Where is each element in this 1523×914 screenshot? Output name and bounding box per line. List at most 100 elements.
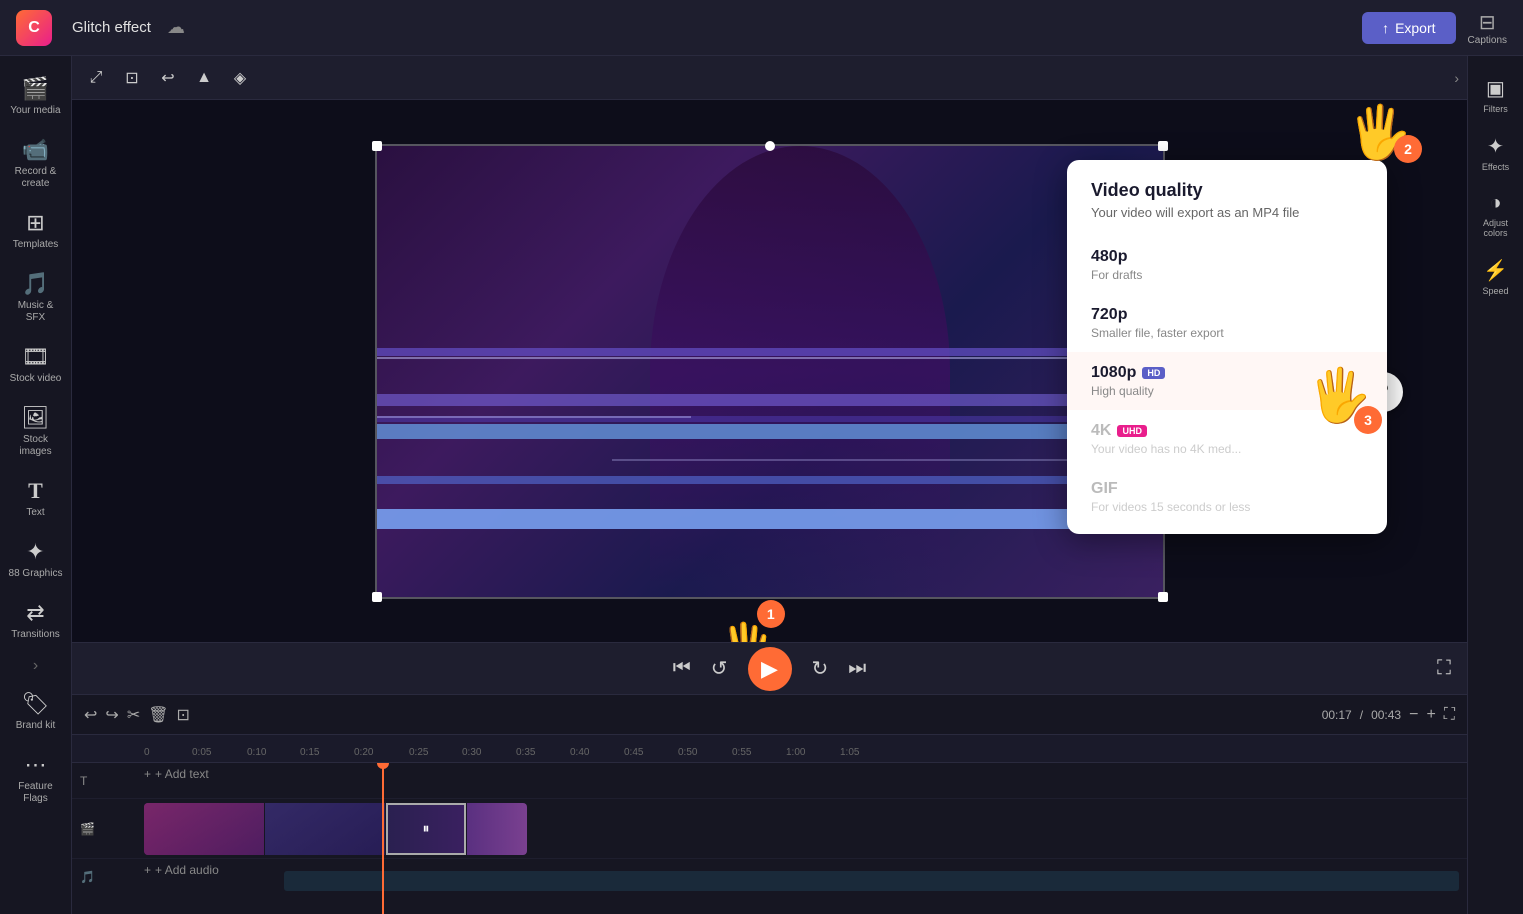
add-text-button[interactable]: + + Add text (144, 767, 1459, 781)
align-tool[interactable]: ◈ (224, 62, 256, 94)
quality-header: Video quality Your video will export as … (1067, 160, 1387, 228)
timeline: ↩ ↪ ✂ 🗑 ⊡ 00:17 / 00:43 − + ⛶ 0 0:05 0:1… (72, 694, 1467, 914)
left-sidebar: 🎬 Your media 📹 Record &create ⊞ Template… (0, 56, 72, 914)
sidebar-item-stock-video[interactable]: 🎞 Stock video (4, 336, 68, 393)
templates-icon: ⊞ (26, 210, 44, 236)
skip-back-button[interactable]: ⏮ (673, 657, 691, 680)
cloud-icon: ☁ (167, 17, 185, 38)
export-button[interactable]: ↑ Export (1362, 12, 1455, 44)
sidebar-item-transitions[interactable]: ⇄ Transitions (4, 592, 68, 649)
sidebar-item-stock-images[interactable]: 🖼 Stock images (4, 397, 68, 466)
expand-timeline-button[interactable]: ⛶ (1444, 706, 1455, 724)
captions-button[interactable]: ⊟ Captions (1468, 10, 1507, 46)
sidebar-item-templates[interactable]: ⊞ Templates (4, 202, 68, 259)
timeline-ruler: 0 0:05 0:10 0:15 0:20 0:25 0:30 0:35 0:4… (72, 735, 1467, 763)
skip-forward-button[interactable]: ⏭ (848, 657, 866, 680)
ruler-mark-105: 1:05 (840, 747, 859, 758)
h-line-1 (377, 357, 1163, 359)
ruler-mark-40: 0:40 (570, 747, 589, 758)
hand-icon-1: 🖐 (712, 620, 777, 642)
right-item-filters[interactable]: ▣ Filters (1470, 68, 1522, 122)
sidebar-item-record-create[interactable]: 📹 Record &create (4, 129, 68, 198)
uhd-badge: UHD (1117, 425, 1147, 437)
clip-segment-2[interactable] (265, 803, 385, 855)
quality-option-4k[interactable]: 4K UHD Your video has no 4K med... (1067, 410, 1387, 468)
plus-audio-icon: + (144, 863, 151, 877)
resize-tool[interactable]: ⊡ (116, 62, 148, 94)
media-icon: 🎬 (22, 76, 49, 102)
feature-flags-icon: ⋯ (25, 752, 47, 778)
video-frame (377, 146, 1163, 597)
video-preview (375, 144, 1165, 599)
sidebar-item-music[interactable]: 🎵 Music & SFX (4, 263, 68, 332)
flip-tool[interactable]: ▲ (188, 62, 220, 94)
ruler-mark-45: 0:45 (624, 747, 643, 758)
step-badge-2: 2 (1394, 135, 1422, 163)
sidebar-collapse-arrow[interactable]: › (29, 653, 42, 679)
sidebar-item-brand-kit[interactable]: 🏷 Brand kit (4, 683, 68, 740)
cursor-annotation-2: 🖐 2 (1347, 102, 1412, 163)
quality-option-480p[interactable]: 480p For drafts (1067, 236, 1387, 294)
clip-segment-3[interactable]: ⏸ (386, 803, 466, 855)
zoom-out-button[interactable]: − (1409, 706, 1418, 724)
tool-expand-btn[interactable]: › (1454, 70, 1459, 86)
ruler-mark-55: 0:55 (732, 747, 751, 758)
video-track: 🎬 (72, 799, 1467, 859)
ruler-mark-0: 0 (144, 747, 150, 758)
duplicate-button[interactable]: ⊡ (177, 705, 190, 725)
back5-button[interactable]: ↺ (711, 656, 728, 681)
record-icon: 📹 (22, 137, 49, 163)
handle-bottom-left[interactable] (372, 592, 382, 602)
sidebar-item-text[interactable]: T Text (4, 470, 68, 527)
clip-segment-4[interactable] (467, 803, 527, 855)
sidebar-item-graphics[interactable]: ✦ 88 Graphics (4, 531, 68, 588)
video-clip: ⏸ (144, 803, 527, 855)
ruler-mark-25: 0:25 (409, 747, 428, 758)
handle-top-right[interactable] (1158, 141, 1168, 151)
right-item-effects[interactable]: ✦ Effects (1470, 126, 1522, 180)
right-item-adjust-colors[interactable]: ◑ Adjust colors (1470, 184, 1522, 246)
forward5-button[interactable]: ↻ (812, 656, 829, 681)
quality-option-gif[interactable]: GIF For videos 15 seconds or less (1067, 468, 1387, 526)
zoom-in-button[interactable]: + (1426, 706, 1435, 724)
right-item-speed[interactable]: ⚡ Speed (1470, 250, 1522, 304)
export-arrow-icon: ↑ (1382, 20, 1389, 36)
project-title: Glitch effect (72, 19, 151, 36)
video-track-icon: 🎬 (80, 822, 95, 836)
quality-option-1080p[interactable]: 1080p HD High quality (1067, 352, 1387, 410)
brand-kit-icon: 🏷 (22, 691, 50, 717)
ruler-mark-35: 0:35 (516, 747, 535, 758)
handle-top-center[interactable] (765, 141, 775, 151)
playhead[interactable] (382, 763, 384, 914)
ruler-mark-30: 0:30 (462, 747, 481, 758)
text-icon: T (28, 478, 43, 504)
cut-button[interactable]: ✂ (127, 705, 140, 725)
sidebar-item-feature-flags[interactable]: ⋯ Feature Flags (4, 744, 68, 813)
handle-bottom-right[interactable] (1158, 592, 1168, 602)
transitions-icon: ⇄ (26, 600, 44, 626)
crop-tool[interactable]: ⤢ (80, 62, 112, 94)
total-time: 00:43 (1371, 708, 1401, 722)
glitch-layer-6 (377, 509, 1163, 529)
ruler-mark-10: 0:10 (247, 747, 266, 758)
sidebar-item-your-media[interactable]: 🎬 Your media (4, 68, 68, 125)
handle-top-left[interactable] (372, 141, 382, 151)
quality-subtitle: Your video will export as an MP4 file (1091, 205, 1363, 220)
delete-button[interactable]: 🗑 (148, 705, 168, 725)
quality-option-720p[interactable]: 720p Smaller file, faster export (1067, 294, 1387, 352)
text-track-icon: T (80, 774, 87, 788)
fullscreen-button[interactable]: ⛶ (1437, 657, 1451, 680)
redo-button[interactable]: ↪ (105, 705, 118, 725)
undo-button[interactable]: ↩ (84, 705, 97, 725)
clip-segment-1[interactable] (144, 803, 264, 855)
h-line-2 (377, 416, 691, 418)
crop-icon: ⤢ (90, 69, 103, 87)
current-time: 00:17 (1322, 708, 1352, 722)
rotate-tool[interactable]: ↩ (152, 62, 184, 94)
quality-options: 480p For drafts 720p Smaller file, faste… (1067, 228, 1387, 534)
flip-icon: ▲ (196, 69, 212, 87)
app-logo[interactable]: C (16, 10, 52, 46)
video-clip-container: ⏸ (144, 803, 1459, 855)
play-button[interactable]: ▶ (748, 647, 792, 691)
hd-badge: HD (1142, 367, 1165, 379)
